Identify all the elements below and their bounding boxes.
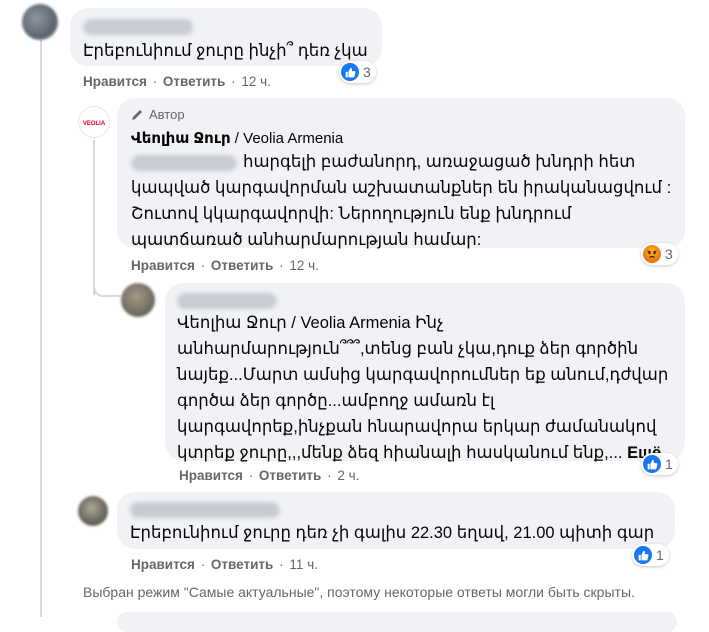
svg-text:VEOLIA: VEOLIA [83,121,106,127]
comment-actions: Нравится · Ответить · 2 ч. [179,468,360,483]
comment-bubble: Վեոլիա Ջուր / Veolia Armenia Ինչ անհարմա… [165,283,685,462]
reaction-count-badge[interactable]: 3 [641,243,678,265]
reaction-count-badge[interactable]: 1 [632,544,669,566]
avatar[interactable] [78,496,108,526]
comment-bubble: Էրեբունիում ջուրը դեռ չի գալիս 22.30 եղա… [117,492,675,549]
timestamp[interactable]: 2 ч. [337,468,359,483]
author-name-blurred[interactable] [83,18,193,36]
comment-actions: Нравится · Ответить · 12 ч. [131,258,319,273]
reaction-count-badge[interactable]: 1 [641,453,678,475]
thread-line-reply [93,140,95,295]
comment-bubble: Էրեբունիում ջուրը ինչի՞ դեռ չկա [70,8,382,66]
mention-blurred[interactable] [131,154,237,171]
reply-button[interactable]: Ответить [163,74,225,89]
veolia-logo-avatar[interactable]: VEOLIA [78,106,110,138]
timestamp[interactable]: 12 ч. [289,258,319,273]
reaction-count: 1 [656,547,664,563]
reply-button[interactable]: Ответить [259,468,321,483]
comment-line: Շուտով կկարգավորվի: Ներողություն ենք խնդ… [131,205,572,223]
next-comment-bubble-edge [117,612,677,632]
like-button[interactable]: Нравится [83,74,147,89]
like-icon [634,546,652,564]
comment-line: գործա ձեր գործը...ամբողջ ամառն էլ [177,392,495,410]
comment-text: Էրեբունիում ջուրը ինչի՞ դեռ չկա [83,42,368,60]
reply-button[interactable]: Ответить [211,557,273,572]
comment-bubble-author: Автор Վեոլիա Ջուր / Veolia Armenia հարգե… [117,98,685,249]
like-icon [341,63,359,81]
reply-button[interactable]: Ответить [211,258,273,273]
comment-line: կտրեք ջուրը,,,մենք ձեզ հիանալի հասկանում… [177,444,628,462]
comment-actions: Нравится · Ответить · 11 ч. [131,557,318,572]
comment-line: Ինչ [410,314,444,332]
comment-line: հարգելի բաժանորդ, առաջացած խնդրի հետ [243,153,636,171]
author-name-blurred[interactable] [177,292,277,310]
veolia-logo-icon: VEOLIA [83,121,106,127]
avatar[interactable] [121,283,155,317]
pencil-icon [132,109,142,120]
comment-body: հարգելի բաժանորդ, առաջացած խնդրի հետ կապ… [131,149,671,253]
reaction-count: 3 [665,246,673,262]
comment-body: Վեոլիա Ջուր / Veolia Armenia Ինչ անհարմա… [177,310,668,466]
author-name[interactable]: Վեոլիա Ջուր / Veolia Armenia [131,129,343,147]
author-name-main[interactable]: Վեոլիա Ջուր [131,130,231,147]
timestamp[interactable]: 12 ч. [241,74,271,89]
reaction-count-badge[interactable]: 3 [339,61,376,83]
author-name-blurred[interactable] [130,501,280,519]
like-button[interactable]: Нравится [179,468,243,483]
filter-mode-note: Выбран режим "Самые актуальные", поэтому… [83,584,635,600]
reaction-count: 1 [665,456,673,472]
reaction-count: 3 [363,64,371,80]
mention-link[interactable]: Վեոլիա Ջուր / Veolia Armenia [177,314,411,332]
like-button[interactable]: Нравится [131,557,195,572]
thread-line-main [40,40,42,617]
comment-line: նայեք...Մարտ ամսից կարգավորումներ եք անո… [177,366,669,384]
avatar[interactable] [22,4,58,40]
comment-actions: Нравится · Ответить · 12 ч. [83,74,271,89]
like-button[interactable]: Нравится [131,258,195,273]
timestamp[interactable]: 11 ч. [289,557,318,572]
thread-line-reply-curve [93,283,121,297]
angry-react-icon [643,245,661,263]
comment-line: կարգավորեք,ինչքան հնարավորա երկար ժամանա… [177,418,657,436]
comment-line: կապված կարգավորման աշխատանքներ են իրական… [131,179,672,197]
comment-text: Էրեբունիում ջուրը դեռ չի գալիս 22.30 եղա… [130,524,655,542]
author-page-name[interactable]: / Veolia Armenia [231,130,343,147]
comment-line: պատճառած անհարմարության համար: [131,231,482,249]
author-badge: Автор [131,107,185,122]
author-badge-label: Автор [149,107,185,122]
like-icon [643,455,661,473]
comment-line: անհարմարություն՞՞՞,տենց բան չկա,դուք ձեր… [177,340,639,358]
